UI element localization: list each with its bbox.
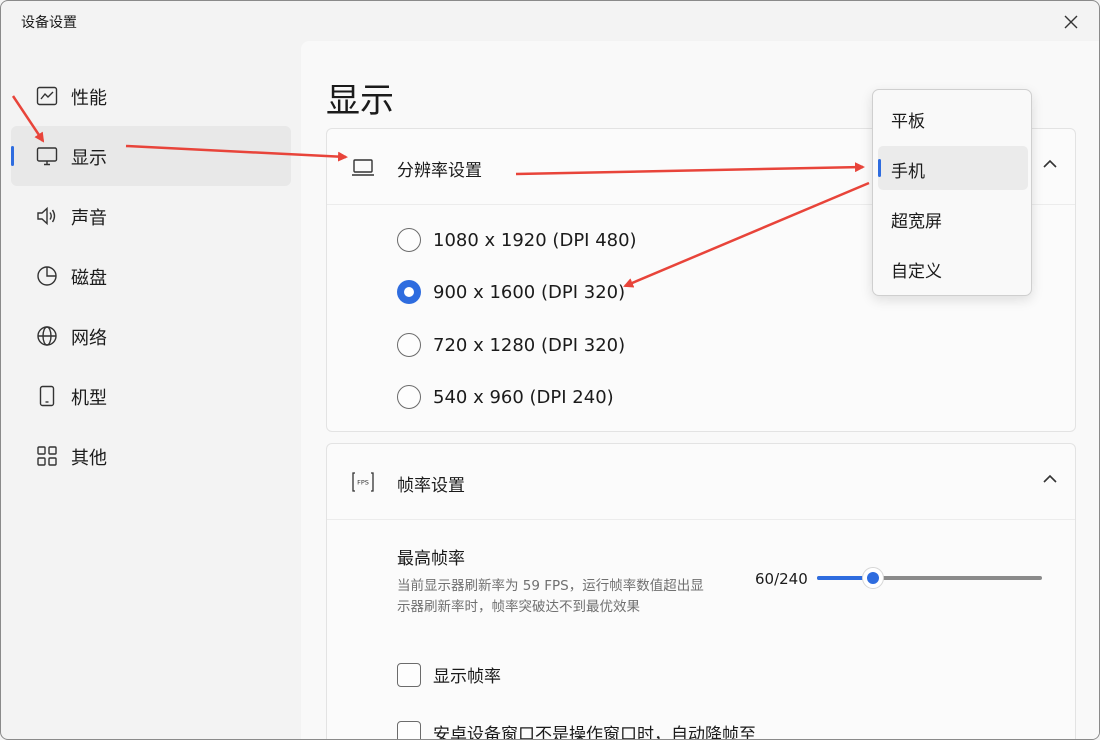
resolution-option[interactable]: 1080 x 1920 (DPI 480) bbox=[397, 225, 637, 255]
framerate-header[interactable]: FPS 帧率设置 bbox=[327, 444, 1075, 520]
selected-indicator bbox=[878, 159, 881, 177]
checkbox[interactable] bbox=[397, 662, 421, 687]
active-indicator bbox=[11, 146, 14, 166]
sidebar-item-sound[interactable]: 声音 bbox=[11, 186, 291, 246]
fps-description: 当前显示器刷新率为 59 FPS，运行帧率数值超出显示器刷新率时，帧率突破达不到… bbox=[397, 578, 704, 615]
resolution-title: 分辨率设置 bbox=[397, 161, 482, 181]
checkbox[interactable] bbox=[397, 720, 421, 739]
dropdown-item-label: 手机 bbox=[891, 162, 925, 182]
chevron-up-icon[interactable] bbox=[1039, 153, 1061, 175]
dropdown-item-ultrawide[interactable]: 超宽屏 bbox=[878, 196, 1028, 240]
checkbox-label: 安卓设备窗口不是操作窗口时，自动降帧至 bbox=[433, 725, 756, 740]
sidebar-item-label: 机型 bbox=[71, 388, 107, 409]
framerate-title: 帧率设置 bbox=[397, 476, 465, 496]
close-icon bbox=[1064, 15, 1078, 29]
sidebar-item-label: 其他 bbox=[71, 448, 107, 469]
settings-window: 设备设置 性能 显示 声音 磁盘 网络 机型 其他 显示 分辨率设置 1080 … bbox=[0, 0, 1100, 740]
radio-button[interactable] bbox=[397, 385, 421, 409]
sidebar-item-label: 性能 bbox=[71, 88, 107, 109]
radio-button[interactable] bbox=[397, 228, 421, 252]
sidebar-item-label: 声音 bbox=[71, 208, 107, 229]
dropdown-item-label: 超宽屏 bbox=[891, 212, 942, 232]
title-bar: 设备设置 bbox=[1, 1, 1099, 41]
page-title: 显示 bbox=[326, 81, 394, 121]
max-fps-label: 最高帧率 bbox=[397, 549, 465, 569]
monitor-icon bbox=[36, 147, 58, 166]
grid-icon bbox=[37, 446, 57, 466]
dropdown-item-label: 自定义 bbox=[891, 262, 942, 282]
sidebar-item-display[interactable]: 显示 bbox=[11, 126, 291, 186]
auto-reduce-fps-option[interactable]: 安卓设备窗口不是操作窗口时，自动降帧至 bbox=[397, 720, 756, 740]
speaker-icon bbox=[37, 206, 56, 226]
show-fps-option[interactable]: 显示帧率 bbox=[397, 662, 501, 687]
dropdown-item-phone[interactable]: 手机 bbox=[878, 146, 1028, 190]
device-type-dropdown: 平板 手机 超宽屏 自定义 bbox=[872, 89, 1032, 296]
fps-icon: FPS bbox=[352, 472, 374, 492]
globe-icon bbox=[37, 326, 57, 346]
dropdown-item-custom[interactable]: 自定义 bbox=[878, 246, 1028, 290]
radio-button-selected[interactable] bbox=[397, 280, 421, 304]
phone-icon bbox=[39, 385, 55, 407]
sidebar-item-label: 磁盘 bbox=[71, 268, 107, 289]
framerate-card: FPS 帧率设置 最高帧率 当前显示器刷新率为 59 FPS，运行帧率数值超出显… bbox=[326, 443, 1076, 740]
close-button[interactable] bbox=[1057, 9, 1085, 35]
chevron-up-icon[interactable] bbox=[1039, 468, 1061, 490]
fps-slider[interactable] bbox=[817, 567, 1042, 589]
radio-button[interactable] bbox=[397, 333, 421, 357]
resolution-option-label: 540 x 960 (DPI 240) bbox=[433, 386, 614, 408]
dropdown-item-tablet[interactable]: 平板 bbox=[878, 96, 1028, 140]
resolution-option-label: 900 x 1600 (DPI 320) bbox=[433, 281, 626, 303]
resolution-option[interactable]: 900 x 1600 (DPI 320) bbox=[397, 277, 625, 307]
sidebar-item-disk[interactable]: 磁盘 bbox=[11, 246, 291, 306]
checkbox-label: 显示帧率 bbox=[433, 667, 501, 687]
resolution-option-label: 720 x 1280 (DPI 320) bbox=[433, 334, 626, 356]
fps-icon-text: FPS bbox=[357, 479, 369, 487]
pie-chart-icon bbox=[37, 266, 57, 286]
sidebar-item-model[interactable]: 机型 bbox=[11, 366, 291, 426]
performance-chart-icon bbox=[36, 86, 58, 106]
sidebar-item-label: 显示 bbox=[71, 148, 107, 169]
sidebar: 性能 显示 声音 磁盘 网络 机型 其他 bbox=[1, 41, 301, 739]
sidebar-item-label: 网络 bbox=[71, 328, 107, 349]
monitor-icon bbox=[352, 159, 374, 176]
resolution-option-label: 1080 x 1920 (DPI 480) bbox=[433, 229, 637, 251]
slider-thumb[interactable] bbox=[862, 567, 885, 589]
dropdown-item-label: 平板 bbox=[891, 112, 925, 132]
sidebar-item-network[interactable]: 网络 bbox=[11, 306, 291, 366]
fps-value: 60/240 bbox=[755, 570, 808, 588]
resolution-option[interactable]: 540 x 960 (DPI 240) bbox=[397, 382, 614, 412]
sidebar-item-other[interactable]: 其他 bbox=[11, 426, 291, 486]
resolution-option[interactable]: 720 x 1280 (DPI 320) bbox=[397, 330, 625, 360]
window-title: 设备设置 bbox=[21, 15, 77, 31]
sidebar-item-performance[interactable]: 性能 bbox=[11, 66, 291, 126]
